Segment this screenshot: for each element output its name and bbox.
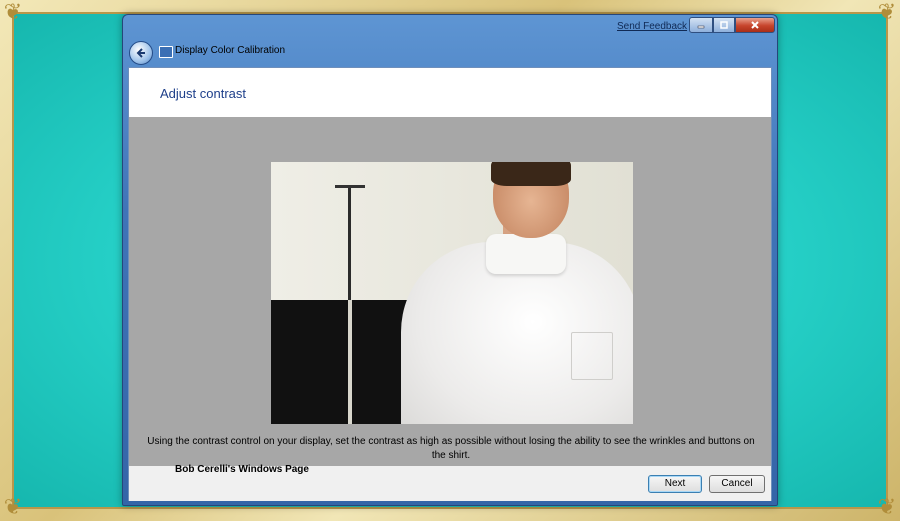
- ornament-corner-icon: ❦: [3, 495, 23, 520]
- display-calibration-icon: [159, 46, 173, 58]
- close-icon: [751, 21, 759, 29]
- send-feedback-link[interactable]: Send Feedback: [617, 21, 687, 32]
- ornament-corner-icon: ❦: [877, 0, 897, 25]
- button-bar: Bob Cerelli's Windows Page Next Cancel: [129, 464, 771, 501]
- page-title: Adjust contrast: [160, 86, 246, 101]
- maximize-button[interactable]: [713, 17, 735, 33]
- back-button[interactable]: [129, 41, 153, 65]
- content-area: Using the contrast control on your displ…: [129, 117, 771, 466]
- contrast-reference-image: [271, 162, 633, 424]
- watermark-text: Bob Cerelli's Windows Page: [175, 464, 309, 475]
- image-pocket: [571, 332, 613, 380]
- image-collar: [486, 234, 566, 274]
- instruction-text: Using the contrast control on your displ…: [147, 436, 755, 461]
- image-pole-cap: [335, 185, 365, 188]
- ornament-corner-icon: ❦: [3, 0, 23, 25]
- image-pole-highlight: [348, 300, 352, 424]
- minimize-icon: [697, 25, 705, 29]
- image-hair: [491, 162, 571, 186]
- minimize-button[interactable]: [689, 17, 713, 33]
- wizard-client-area: Adjust contrast Using the contrast contr…: [128, 67, 772, 501]
- close-button[interactable]: [735, 17, 775, 33]
- maximize-icon: [720, 21, 728, 29]
- header-band: Adjust contrast: [129, 68, 771, 116]
- next-button[interactable]: Next: [648, 475, 702, 493]
- ornament-corner-icon: ❦: [877, 495, 897, 520]
- back-arrow-icon: [136, 48, 145, 58]
- cancel-button[interactable]: Cancel: [709, 475, 765, 493]
- calibration-window: Display Color Calibration Send Feedback …: [122, 14, 778, 506]
- title-bar: Display Color Calibration Send Feedback: [123, 15, 777, 67]
- window-title: Display Color Calibration: [175, 45, 286, 56]
